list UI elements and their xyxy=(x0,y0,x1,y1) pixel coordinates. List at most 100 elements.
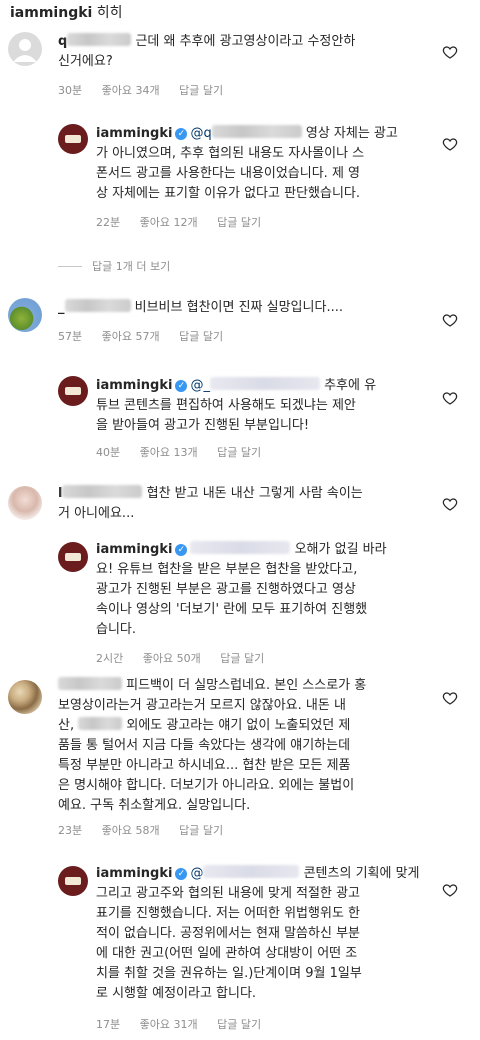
reply-line: 속이나 영상의 '더보기' 란에 모두 표기하여 진행했 xyxy=(96,602,368,617)
reply-time: 2시간 xyxy=(96,652,124,665)
reply-button[interactable]: 답글 달기 xyxy=(179,84,223,97)
comment-username[interactable]: _ xyxy=(58,300,65,315)
like-heart-icon[interactable] xyxy=(442,312,458,328)
like-heart-icon[interactable] xyxy=(442,882,458,898)
reply-button[interactable]: 답글 달기 xyxy=(217,446,261,459)
comment-likes[interactable]: 좋아요 58개 xyxy=(102,824,160,837)
reply-button[interactable]: 답글 달기 xyxy=(179,824,223,837)
mention[interactable]: @q xyxy=(190,126,211,141)
reply-button[interactable]: 답글 달기 xyxy=(220,652,264,665)
divider-line xyxy=(58,265,82,267)
comment-text: _ 비브비브 협찬이면 진짜 실망입니다.... xyxy=(58,298,428,318)
comment-line: 피드백이 더 실망스럽네요. 본인 스스로가 홍 xyxy=(126,678,367,693)
comment-line: 비브비브 협찬이면 진짜 실망입니다.... xyxy=(134,300,343,315)
like-heart-icon[interactable] xyxy=(442,136,458,152)
avatar[interactable] xyxy=(8,32,42,66)
reply-time: 22분 xyxy=(96,216,121,229)
avatar[interactable] xyxy=(58,376,88,406)
mention[interactable]: @_ xyxy=(190,378,210,393)
reply-button[interactable]: 답글 달기 xyxy=(217,216,261,229)
reply-line: 광고가 진행된 부분은 광고를 진행하였다고 영상 xyxy=(96,582,356,597)
comment-line: 예요. 구독 취소할게요. 실망입니다. xyxy=(58,798,251,813)
reply-likes[interactable]: 좋아요 13개 xyxy=(140,446,198,459)
mention[interactable]: @ xyxy=(190,866,203,881)
avatar[interactable] xyxy=(8,486,42,520)
comment-item: q 근데 왜 추후에 광고영상이라고 수정안하 신거에요? 30분 좋아요 34… xyxy=(0,28,480,108)
reply-line: 콘텐츠의 기획에 맞게 xyxy=(303,866,420,881)
comment-item: _ 비브비브 협찬이면 진짜 실망입니다.... 57분 좋아요 57개 답글 … xyxy=(0,290,480,360)
comment-line: 특정 부분만 아니라고 하시네요... 협찬 받은 모든 제품 xyxy=(58,758,351,773)
reply-line: 상 자체에는 표기할 이유가 없다고 판단했습니다. xyxy=(96,186,360,201)
like-heart-icon[interactable] xyxy=(442,44,458,60)
reply-username[interactable]: iammingki xyxy=(96,378,172,393)
reply-username[interactable]: iammingki xyxy=(96,866,172,881)
reply-item: iammingki ✓ @_ 추후에 유 튜브 콘텐츠를 편집하여 사용해도 되겠냐… xyxy=(0,372,480,462)
blurred-username[interactable] xyxy=(58,677,122,690)
default-avatar-icon xyxy=(13,39,37,62)
verified-badge-icon: ✓ xyxy=(175,128,188,140)
reply-line: 치를 취할 것을 권유하는 일.)단계이며 9월 1일부 xyxy=(96,966,362,981)
comment-meta: 23분 좋아요 58개 답글 달기 xyxy=(58,822,239,838)
reply-item: iammingki ✓ 오해가 없길 바라 요! 유튜브 협찬을 받은 부분은 협… xyxy=(0,540,480,670)
reply-meta: 40분 좋아요 13개 답글 달기 xyxy=(96,444,277,460)
reply-button[interactable]: 답글 달기 xyxy=(179,330,223,343)
reply-username[interactable]: iammingki xyxy=(96,542,172,557)
comment-likes[interactable]: 좋아요 34개 xyxy=(102,84,160,97)
reply-line: 을 받아들여 광고가 진행된 부분입니다! xyxy=(96,418,310,433)
view-more-replies-button[interactable]: 답글 1개 더 보기 xyxy=(58,258,170,274)
blurred-username xyxy=(67,33,132,46)
view-replies-label[interactable]: 답글 1개 더 보기 xyxy=(92,258,170,274)
comment-text: q 근데 왜 추후에 광고영상이라고 수정안하 신거에요? xyxy=(58,32,428,72)
reply-meta: 17분 좋아요 31개 답글 달기 xyxy=(96,1016,277,1032)
reply-line: 그리고 광고주와 협의된 내용에 맞게 적절한 광고 xyxy=(96,886,360,901)
like-heart-icon[interactable] xyxy=(442,496,458,512)
avatar[interactable] xyxy=(8,298,42,332)
comment-line: 협찬 받고 내돈 내산 그렇게 사람 속이는 xyxy=(146,486,363,501)
reply-line: 폰서드 광고를 사용한다는 내용이었습니다. 제 영 xyxy=(96,166,360,181)
like-heart-icon[interactable] xyxy=(442,390,458,406)
comment-meta: 30분 좋아요 34개 답글 달기 xyxy=(58,82,239,98)
reply-item: iammingki ✓ @q 영상 자체는 광고 가 아니였으며, 추후 협의된 내… xyxy=(0,120,480,240)
reply-username[interactable]: iammingki xyxy=(96,126,172,141)
comment-line: 근데 왜 추후에 광고영상이라고 수정안하 xyxy=(135,34,356,49)
verified-badge-icon: ✓ xyxy=(175,380,188,392)
reply-line: 오해가 없길 바라 xyxy=(294,542,387,557)
reply-item: iammingki ✓ @ 콘텐츠의 기획에 맞게 그리고 광고주와 협의된 내용에… xyxy=(0,862,480,1038)
comment-username[interactable]: q xyxy=(58,34,67,49)
comment-likes[interactable]: 좋아요 57개 xyxy=(102,330,160,343)
reply-line: 가 아니였으며, 추후 협의된 내용도 자사몰이나 스 xyxy=(96,146,365,161)
reply-line: 적이 없습니다. 공정위에서는 현재 말씀하신 부분 xyxy=(96,926,360,941)
reply-time: 40분 xyxy=(96,446,121,459)
reply-likes[interactable]: 좋아요 12개 xyxy=(140,216,198,229)
reply-text: iammingki ✓ 오해가 없길 바라 요! 유튜브 협찬을 받은 부분은 협… xyxy=(96,540,426,640)
reply-likes[interactable]: 좋아요 31개 xyxy=(140,1018,198,1031)
comment-line: 산, xyxy=(58,718,75,733)
avatar[interactable] xyxy=(8,680,42,714)
reply-line: 튜브 콘텐츠를 편집하여 사용해도 되겠냐는 제안 xyxy=(96,398,356,413)
reply-text: iammingki ✓ @ 콘텐츠의 기획에 맞게 그리고 광고주와 협의된 내용에… xyxy=(96,864,426,1004)
reply-meta: 22분 좋아요 12개 답글 달기 xyxy=(96,214,277,230)
comment-time: 57분 xyxy=(58,330,83,343)
reply-meta: 2시간 좋아요 50개 답글 달기 xyxy=(96,650,280,666)
comment-text: 피드백이 더 실망스럽네요. 본인 스스로가 홍 보영상이라는거 광고라는거 모… xyxy=(58,676,430,816)
reply-button[interactable]: 답글 달기 xyxy=(217,1018,261,1031)
verified-badge-icon: ✓ xyxy=(175,868,188,880)
reply-line: 습니다. xyxy=(96,622,137,637)
reply-line: 요! 유튜브 협찬을 받은 부분은 협찬을 받았다고, xyxy=(96,562,358,577)
verified-badge-icon: ✓ xyxy=(175,544,188,556)
caption-username[interactable]: iammingki xyxy=(10,5,92,21)
comment-line: 거 아니에요... xyxy=(58,506,135,521)
like-heart-icon[interactable] xyxy=(442,690,458,706)
reply-likes[interactable]: 좋아요 50개 xyxy=(143,652,201,665)
comment-text: l 협찬 받고 내돈 내산 그렇게 사람 속이는 거 아니에요... xyxy=(58,484,428,524)
avatar[interactable] xyxy=(58,866,88,896)
reply-line: 표기를 진행했습니다. 저는 어떠한 위법행위도 한 xyxy=(96,906,360,921)
reply-line: 에 대한 권고(어떤 일에 관하여 상대방이 어떤 조 xyxy=(96,946,358,961)
reply-line: 추후에 유 xyxy=(324,378,377,393)
reply-line: 영상 자체는 광고 xyxy=(305,126,398,141)
avatar[interactable] xyxy=(58,124,88,154)
avatar[interactable] xyxy=(58,542,88,572)
comment-meta: 57분 좋아요 57개 답글 달기 xyxy=(58,328,239,344)
comment-item: l 협찬 받고 내돈 내산 그렇게 사람 속이는 거 아니에요... xyxy=(0,478,480,534)
comment-line: 품들 통 털어서 지금 다들 속았다는 생각에 얘기하는데 xyxy=(58,738,351,753)
